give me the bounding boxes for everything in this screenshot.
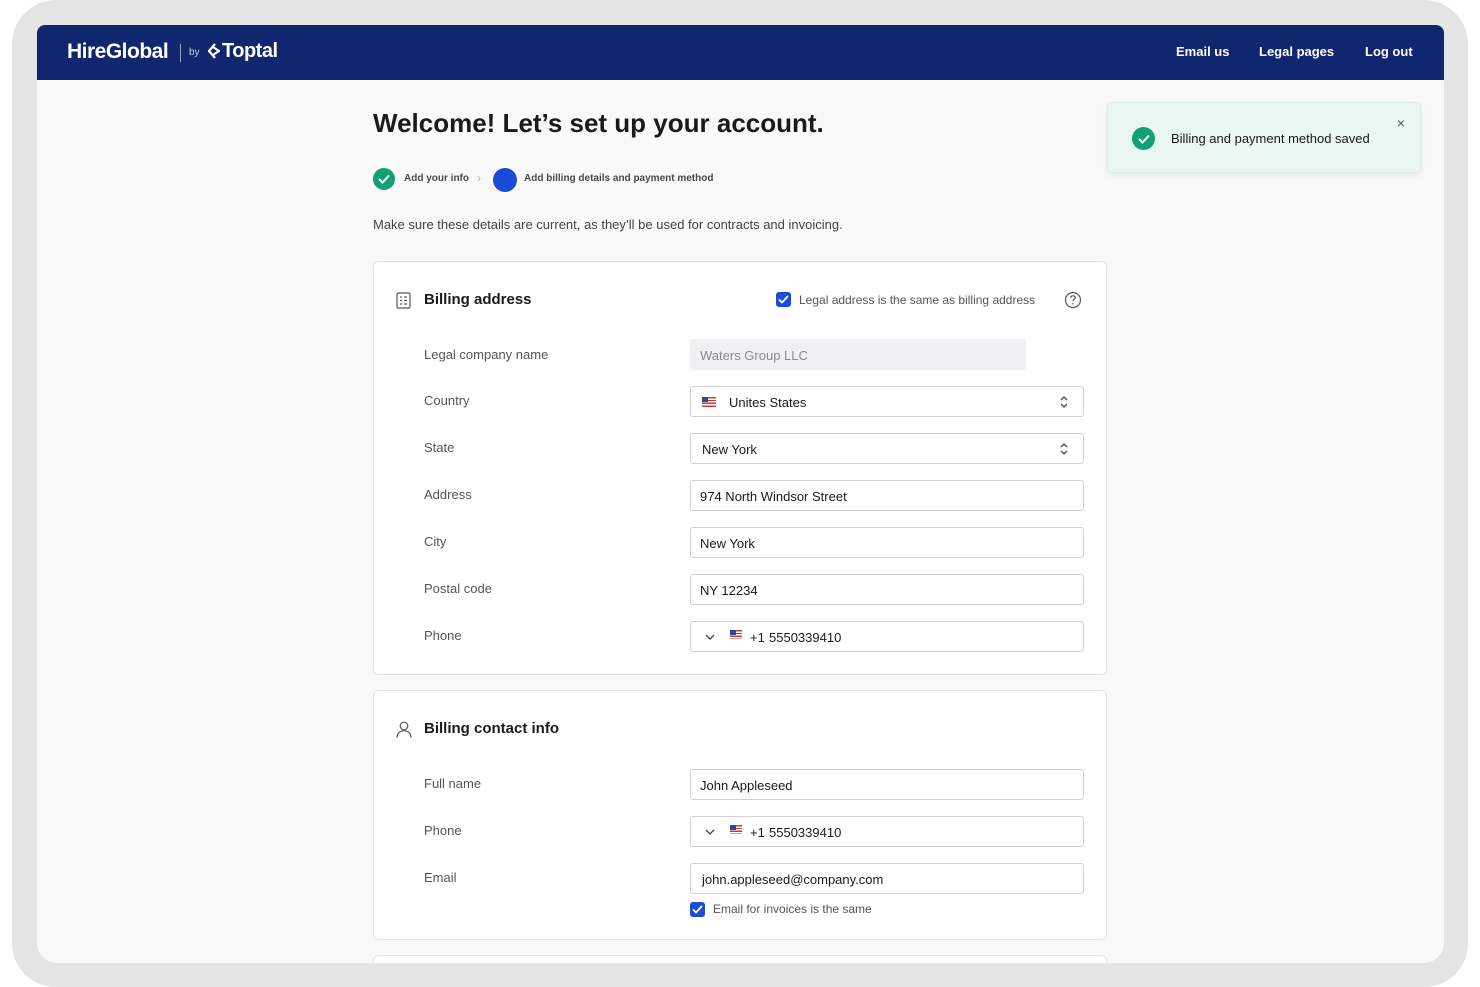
success-check-icon bbox=[1132, 127, 1155, 150]
phone-input[interactable]: +1 5550339410 bbox=[690, 621, 1084, 652]
page-title: Welcome! Let’s set up your account. bbox=[373, 108, 824, 138]
billing-contact-title: Billing contact info bbox=[424, 720, 559, 737]
address-input[interactable]: 974 North Windsor Street bbox=[690, 480, 1084, 511]
country-value: Unites States bbox=[729, 395, 807, 410]
chevron-down-icon[interactable] bbox=[705, 634, 715, 641]
success-toast: Billing and payment method saved × bbox=[1107, 102, 1421, 173]
phone-country-code: +1 bbox=[750, 630, 765, 645]
chevron-down-icon[interactable] bbox=[705, 829, 715, 836]
contact-phone-value: 5550339410 bbox=[769, 825, 842, 840]
full-name-input[interactable]: John Appleseed bbox=[690, 769, 1084, 800]
legal-same-label[interactable]: Legal address is the same as billing add… bbox=[799, 293, 1035, 307]
invoice-email-same-label[interactable]: Email for invoices is the same bbox=[713, 902, 872, 916]
chevron-right-icon: › bbox=[477, 171, 481, 185]
step-2-current-indicator bbox=[493, 168, 517, 192]
contact-phone-country-code: +1 bbox=[750, 825, 765, 840]
email-label: Email bbox=[424, 870, 457, 885]
phone-label: Phone bbox=[424, 628, 462, 643]
state-label: State bbox=[424, 440, 455, 455]
select-arrows-icon bbox=[1060, 396, 1068, 408]
country-label: Country bbox=[424, 393, 470, 408]
intro-text: Make sure these details are current, as … bbox=[373, 217, 843, 232]
state-select[interactable]: New York bbox=[690, 433, 1084, 464]
postal-code-value: NY 12234 bbox=[700, 583, 758, 598]
city-label: City bbox=[424, 534, 447, 549]
full-name-label: Full name bbox=[424, 776, 482, 791]
postal-code-input[interactable]: NY 12234 bbox=[690, 574, 1084, 605]
close-icon[interactable]: × bbox=[1397, 115, 1405, 131]
logo-divider bbox=[180, 44, 181, 62]
billing-address-title: Billing address bbox=[424, 291, 532, 308]
contact-phone-input[interactable]: +1 5550339410 bbox=[690, 816, 1084, 847]
brand-logo[interactable]: HireGlobal bbox=[67, 40, 169, 64]
legal-same-checkbox[interactable] bbox=[776, 292, 791, 307]
city-input[interactable]: New York bbox=[690, 527, 1084, 558]
contact-phone-label: Phone bbox=[424, 823, 462, 838]
step-1-complete-icon bbox=[373, 168, 395, 190]
billing-contact-card: Billing contact info Full name John Appl… bbox=[373, 690, 1107, 940]
company-name-label: Legal company name bbox=[424, 347, 549, 362]
next-section-card bbox=[373, 955, 1107, 963]
select-arrows-icon bbox=[1060, 443, 1068, 455]
full-name-value: John Appleseed bbox=[700, 778, 793, 793]
document-list-icon bbox=[396, 292, 411, 309]
billing-address-card: Billing address Legal address is the sam… bbox=[373, 261, 1107, 675]
logo-by-text: by bbox=[189, 47, 200, 58]
app-screen: HireGlobal by Toptal Email us Legal page… bbox=[37, 25, 1444, 963]
top-navigation-bar: HireGlobal by Toptal Email us Legal page… bbox=[37, 25, 1444, 80]
toast-message: Billing and payment method saved bbox=[1171, 131, 1370, 146]
step-2-label: Add billing details and payment method bbox=[524, 173, 714, 184]
nav-email-us[interactable]: Email us bbox=[1176, 44, 1229, 59]
us-flag-icon bbox=[730, 825, 742, 834]
company-name-value: Waters Group LLC bbox=[700, 348, 808, 363]
toptal-wordmark: Toptal bbox=[222, 40, 278, 62]
us-flag-icon bbox=[730, 630, 742, 639]
country-select[interactable]: Unites States bbox=[690, 386, 1084, 417]
address-value: 974 North Windsor Street bbox=[700, 489, 847, 504]
phone-value: 5550339410 bbox=[769, 630, 842, 645]
step-1-label[interactable]: Add your info bbox=[404, 173, 469, 184]
email-value: john.appleseed@company.com bbox=[702, 872, 884, 887]
user-icon bbox=[396, 721, 412, 738]
nav-log-out[interactable]: Log out bbox=[1365, 44, 1413, 59]
city-value: New York bbox=[700, 536, 755, 551]
invoice-email-same-checkbox[interactable] bbox=[690, 902, 705, 917]
us-flag-icon bbox=[702, 397, 716, 407]
email-input[interactable]: john.appleseed@company.com bbox=[690, 863, 1084, 894]
company-name-field: Waters Group LLC bbox=[690, 339, 1026, 370]
nav-legal-pages[interactable]: Legal pages bbox=[1259, 44, 1334, 59]
help-icon[interactable] bbox=[1064, 291, 1082, 309]
toptal-diamond-icon bbox=[207, 43, 221, 59]
address-label: Address bbox=[424, 487, 472, 502]
state-value: New York bbox=[702, 442, 757, 457]
postal-code-label: Postal code bbox=[424, 581, 492, 596]
